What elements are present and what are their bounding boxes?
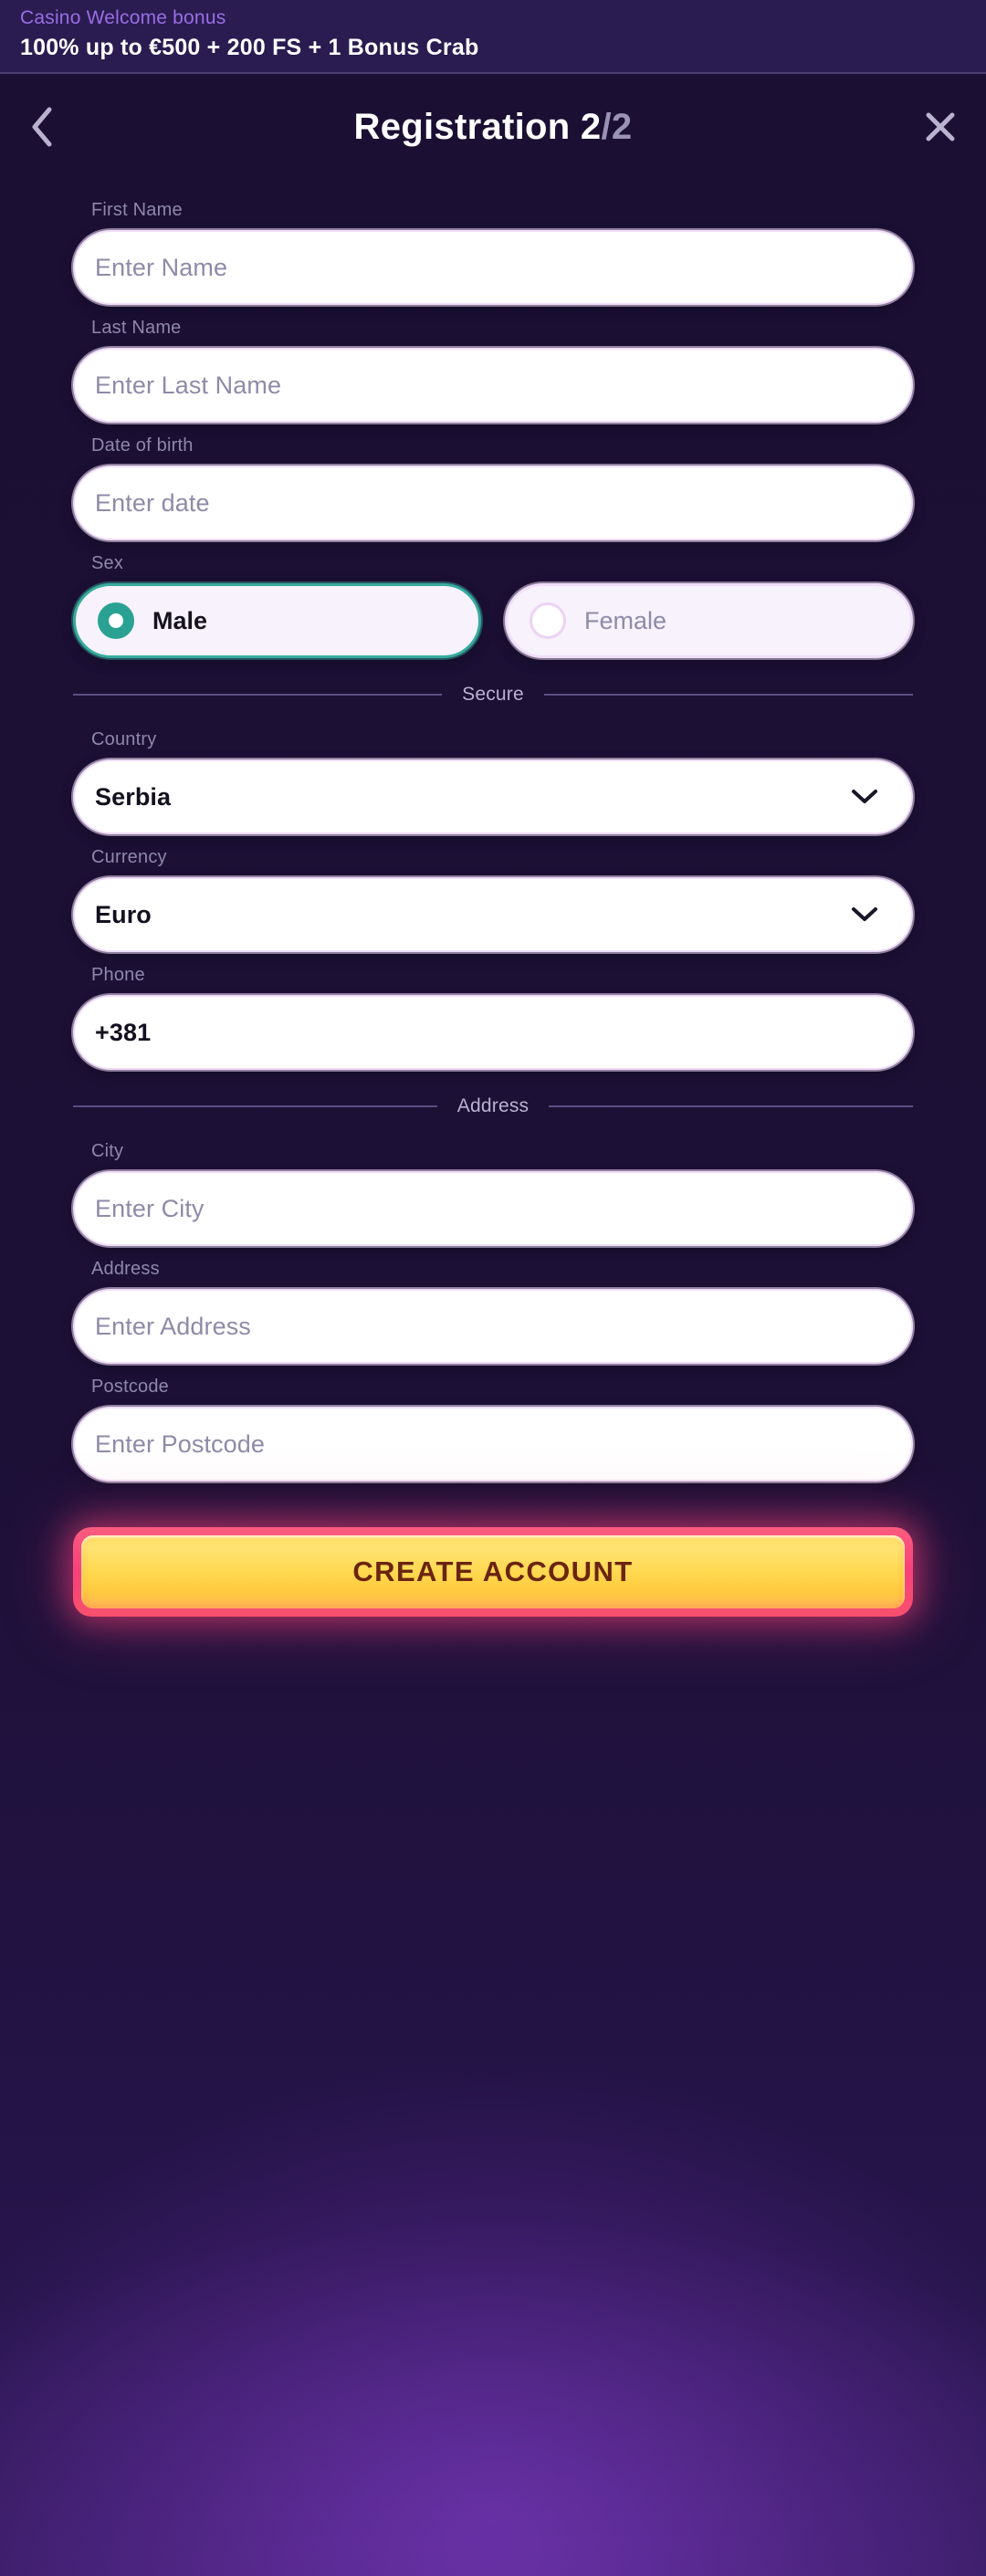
divider-line-left xyxy=(73,694,443,696)
divider-line-left xyxy=(73,1105,437,1107)
registration-form: First Name Enter Name Last Name Enter La… xyxy=(0,183,986,1482)
city-label: City xyxy=(91,1141,124,1161)
field-first-name: First Name Enter Name xyxy=(73,196,913,305)
postcode-input[interactable]: Enter Postcode xyxy=(73,1407,913,1482)
field-date-of-birth: Date of birth Enter date xyxy=(73,432,913,540)
address-section-divider: Address xyxy=(73,1095,914,1117)
promo-subtitle: Casino Welcome bonus xyxy=(20,7,226,28)
date-of-birth-placeholder: Enter date xyxy=(95,488,210,517)
promo-banner: Casino Welcome bonus 100% up to €500 + 2… xyxy=(0,0,986,74)
step-current: 2 xyxy=(580,107,602,147)
secure-section-divider: Secure xyxy=(73,684,913,706)
first-name-placeholder: Enter Name xyxy=(95,253,228,281)
address-label: Address xyxy=(91,1259,160,1279)
field-address: Address Enter Address xyxy=(73,1255,913,1364)
radio-selected-icon xyxy=(98,602,134,639)
chevron-down-icon xyxy=(851,906,878,923)
field-country: Country Serbia xyxy=(73,726,913,834)
create-account-label: CREATE ACCOUNT xyxy=(352,1555,634,1587)
sex-radio-group: Male Female xyxy=(73,583,913,658)
first-name-label: First Name xyxy=(91,200,183,220)
registration-screen: Casino Welcome bonus 100% up to €500 + 2… xyxy=(0,0,986,2576)
city-placeholder: Enter City xyxy=(95,1194,205,1222)
secure-divider-label: Secure xyxy=(462,684,524,705)
last-name-label: Last Name xyxy=(91,318,182,338)
divider-line-right xyxy=(549,1105,914,1107)
last-name-input[interactable]: Enter Last Name xyxy=(73,348,913,423)
field-phone: Phone +381 xyxy=(73,961,913,1070)
cta-container: CREATE ACCOUNT xyxy=(0,1491,986,1617)
date-of-birth-input[interactable]: Enter date xyxy=(73,466,913,540)
sex-option-male-label: Male xyxy=(152,606,208,634)
modal-header: Registration 2/2 xyxy=(0,74,986,183)
country-label: Country xyxy=(91,729,157,749)
postcode-placeholder: Enter Postcode xyxy=(95,1429,266,1458)
currency-select[interactable]: Euro xyxy=(73,877,913,952)
chevron-down-icon xyxy=(851,789,878,805)
address-placeholder: Enter Address xyxy=(95,1312,251,1340)
sex-option-male[interactable]: Male xyxy=(73,583,481,658)
field-city: City Enter City xyxy=(73,1137,913,1246)
postcode-label: Postcode xyxy=(91,1377,169,1397)
page-title: Registration 2/2 xyxy=(0,107,986,148)
field-sex: Sex Male Female xyxy=(73,550,913,658)
date-of-birth-label: Date of birth xyxy=(91,435,194,456)
address-divider-label: Address xyxy=(456,1095,530,1116)
field-last-name: Last Name Enter Last Name xyxy=(73,314,913,423)
field-postcode: Postcode Enter Postcode xyxy=(73,1373,913,1482)
create-account-button[interactable]: CREATE ACCOUNT xyxy=(73,1527,913,1617)
last-name-placeholder: Enter Last Name xyxy=(95,371,282,399)
promo-title: 100% up to €500 + 200 FS + 1 Bonus Crab xyxy=(20,35,479,60)
create-account-button-inner: CREATE ACCOUNT xyxy=(81,1535,905,1608)
divider-line-right xyxy=(543,694,913,696)
close-icon xyxy=(924,110,957,143)
country-value: Serbia xyxy=(95,782,172,811)
sex-option-female-label: Female xyxy=(584,606,667,634)
currency-value: Euro xyxy=(95,900,152,928)
sex-option-female[interactable]: Female xyxy=(505,583,913,658)
sex-label: Sex xyxy=(91,553,124,573)
country-select[interactable]: Serbia xyxy=(73,759,913,834)
first-name-input[interactable]: Enter Name xyxy=(73,230,913,305)
address-input[interactable]: Enter Address xyxy=(73,1289,913,1364)
close-button[interactable] xyxy=(915,101,966,152)
field-currency: Currency Euro xyxy=(73,843,913,952)
phone-label: Phone xyxy=(91,965,145,985)
page-title-text: Registration xyxy=(353,107,581,147)
step-total: /2 xyxy=(601,107,633,147)
currency-label: Currency xyxy=(91,847,167,867)
city-input[interactable]: Enter City xyxy=(73,1171,913,1246)
radio-unselected-icon xyxy=(530,602,566,639)
phone-value: +381 xyxy=(95,1018,152,1046)
phone-input[interactable]: +381 xyxy=(73,995,913,1070)
